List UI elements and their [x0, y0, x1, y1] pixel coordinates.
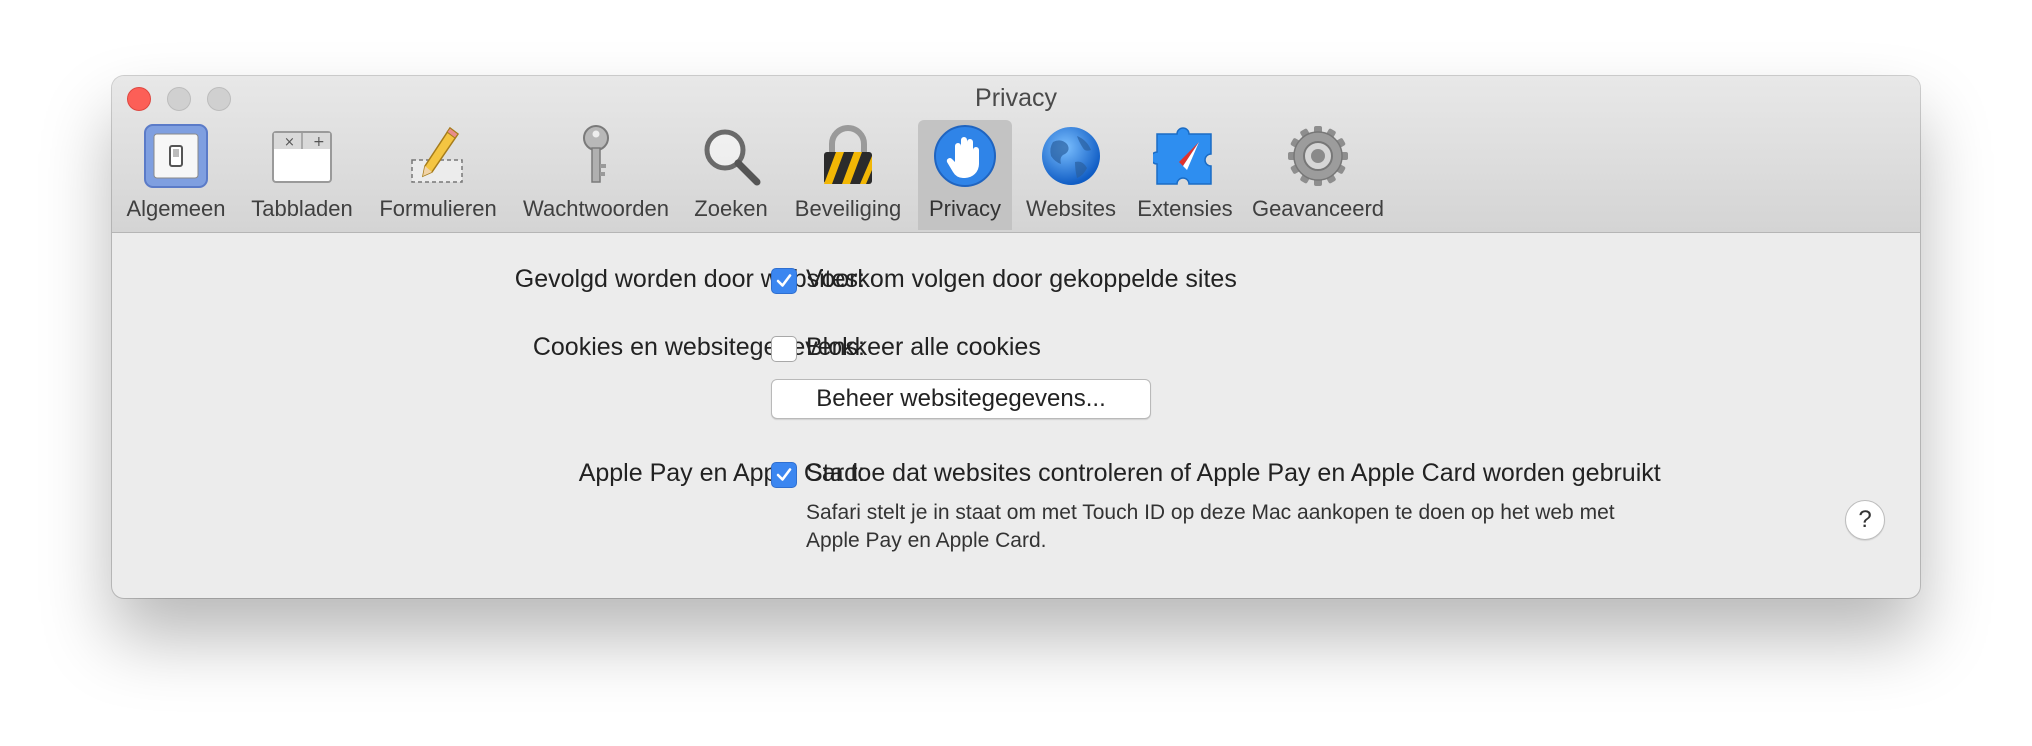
window-title: Privacy [975, 84, 1057, 112]
tab-websites[interactable]: Websites [1020, 120, 1122, 230]
tab-geavanceerd[interactable]: Geavanceerd [1248, 120, 1388, 230]
titlebar: Privacy Algemeen × + Tabbladen Formulier… [112, 76, 1920, 233]
block-cookies-option-label: Blokkeer alle cookies [806, 333, 1041, 361]
block-cookies-checkbox[interactable] [771, 336, 797, 362]
magnifier-icon [704, 129, 761, 186]
gear-icon [1288, 126, 1348, 186]
extensions-puzzle-icon [1153, 127, 1212, 185]
checkmark-icon [776, 468, 792, 481]
tab-label: Beveiliging [794, 196, 902, 221]
tab-privacy[interactable]: Privacy [918, 120, 1012, 230]
tab-extensies[interactable]: Extensies [1132, 120, 1238, 230]
tab-formulieren[interactable]: Formulieren [374, 120, 502, 230]
padlock-icon [824, 125, 872, 184]
svg-text:+: + [313, 134, 325, 150]
tabs-icon: × + [272, 131, 332, 183]
preferences-window: Privacy Algemeen × + Tabbladen Formulier… [112, 76, 1920, 598]
tab-label: Algemeen [126, 196, 226, 221]
tab-label: Websites [1025, 196, 1117, 221]
tab-algemeen[interactable]: Algemeen [122, 120, 230, 230]
prevent-tracking-option-label: Voorkom volgen door gekoppelde sites [806, 265, 1237, 293]
tab-label: Tabbladen [251, 196, 353, 221]
tab-label: Wachtwoorden [523, 196, 669, 221]
svg-text:×: × [284, 135, 295, 150]
key-icon [583, 125, 609, 183]
applepay-description-line: Safari stelt je in staat om met Touch ID… [806, 501, 1615, 524]
prevent-tracking-checkbox[interactable] [771, 268, 797, 294]
tab-tabbladen[interactable]: × + Tabbladen [246, 120, 358, 230]
tab-zoeken[interactable]: Zoeken [690, 120, 772, 230]
applepay-description-line: Apple Pay en Apple Card. [806, 529, 1047, 552]
applepay-option-label: Sta toe dat websites controleren of Appl… [806, 459, 1661, 487]
general-switch-icon [144, 124, 208, 188]
privacy-hand-icon [934, 125, 996, 187]
pencil-form-icon [411, 126, 463, 183]
applepay-checkbox[interactable] [771, 462, 797, 488]
tab-label: Zoeken [694, 196, 768, 221]
tab-label: Extensies [1137, 196, 1233, 221]
help-button[interactable]: ? [1845, 500, 1885, 540]
manage-website-data-button[interactable]: Beheer websitegegevens... [771, 379, 1151, 419]
tab-label: Privacy [928, 196, 1002, 221]
globe-icon [1042, 127, 1100, 185]
checkmark-icon [776, 274, 792, 287]
applepay-description: Safari stelt je in staat om met Touch ID… [806, 499, 1736, 555]
tab-beveiliging[interactable]: Beveiliging [788, 120, 908, 230]
tab-wachtwoorden[interactable]: Wachtwoorden [518, 120, 674, 230]
tab-label: Formulieren [379, 196, 497, 221]
tab-label: Geavanceerd [1251, 196, 1385, 221]
privacy-settings-pane: Gevolgd worden door websites: Voorkom vo… [112, 233, 1920, 598]
